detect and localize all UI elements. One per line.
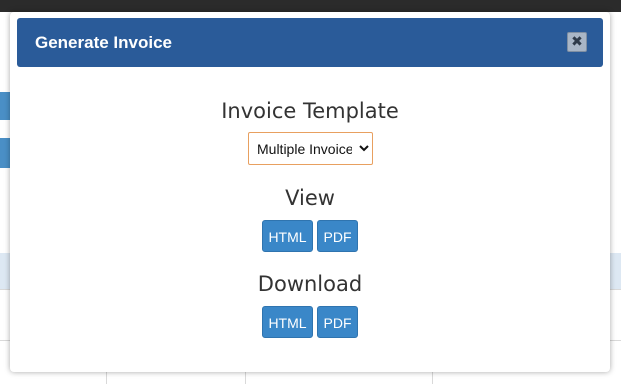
modal-header: Generate Invoice ✖	[17, 18, 603, 67]
close-icon: ✖	[571, 34, 583, 50]
download-label: Download	[257, 272, 363, 296]
background-button	[0, 92, 10, 120]
download-pdf-button[interactable]: PDF	[317, 306, 358, 338]
generate-invoice-modal: Generate Invoice ✖ Invoice Template Mult…	[10, 12, 610, 372]
invoice-template-label: Invoice Template	[221, 99, 399, 123]
download-html-button[interactable]: HTML	[262, 306, 313, 338]
view-label: View	[285, 186, 335, 210]
background-top-bar	[0, 0, 621, 12]
view-html-button[interactable]: HTML	[262, 220, 313, 252]
background-button-2	[0, 138, 10, 168]
modal-title: Generate Invoice	[35, 33, 173, 52]
close-button[interactable]: ✖	[567, 32, 587, 52]
invoice-template-select[interactable]: Multiple Invoice	[248, 132, 373, 165]
view-pdf-button[interactable]: PDF	[317, 220, 358, 252]
